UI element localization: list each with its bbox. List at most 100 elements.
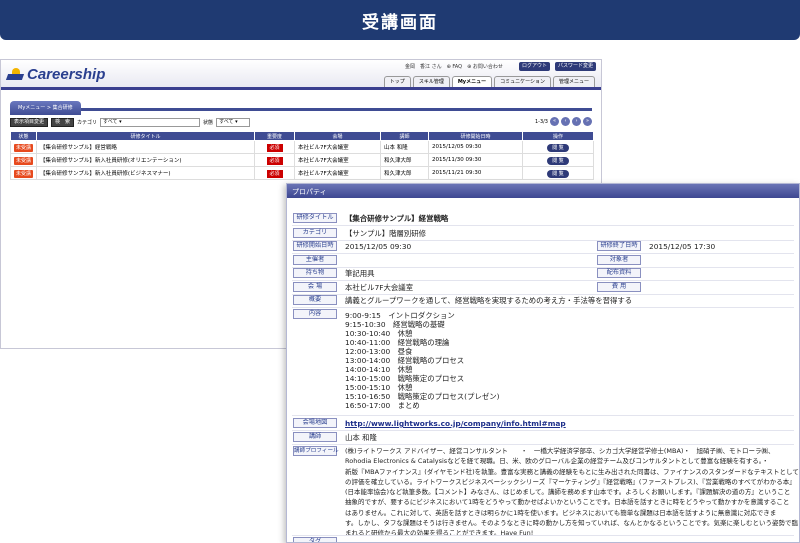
user-links: 金岡 香江 さん ⊕ FAQ ⊕ お問い合わせ xyxy=(405,63,503,71)
tab-skill[interactable]: スキル管理 xyxy=(412,76,450,87)
schedule-line: 9:00-9:15 イントロダクション xyxy=(345,311,455,320)
tab-communication[interactable]: コミュニケーション xyxy=(494,76,551,87)
materials-label: 配布資料 xyxy=(597,268,641,278)
content-label: 内容 xyxy=(293,309,337,319)
paging: 1-3/3 « ‹ › » xyxy=(535,117,592,126)
col-venue[interactable]: 会場 xyxy=(294,131,382,141)
faq-label: FAQ xyxy=(452,63,463,70)
app-header: Careership 金岡 香江 さん ⊕ FAQ ⊕ お問い合わせ ログアウト… xyxy=(1,60,601,90)
row-title: 【集合研修サンプル】新入社員研修(ビジネスマナー) xyxy=(36,166,256,180)
row-venue: 本社ビル7F大会議室 xyxy=(294,140,382,154)
user-greeting: 金岡 香江 さん xyxy=(405,64,442,70)
importance-badge: 必須 xyxy=(266,169,283,178)
logo-icon xyxy=(5,67,25,82)
table-row: 未受講 【集合研修サンプル】経営戦略 必須 本社ビル7F大会議室 山本 和隆 2… xyxy=(9,140,594,154)
end-value: 2015/12/05 17:30 xyxy=(649,242,716,251)
status-select-value: すべて xyxy=(219,118,234,125)
notice-label: お問い合わせ xyxy=(472,64,503,70)
category-label: カテゴリ xyxy=(77,119,98,126)
profile-line: (株)ライトワークス アドバイザー、経営コンサルタント ・ 一橋大学経済学部卒、… xyxy=(345,447,775,455)
schedule-line: 9:15-10:30 経営戦略の基礎 xyxy=(345,320,445,329)
status-label: 状態 xyxy=(203,119,214,126)
schedule-line: 12:00-13:00 昼食 xyxy=(345,347,413,356)
schedule-line: 14:00-14:10 休憩 xyxy=(345,365,413,374)
table-row: 未受講 【集合研修サンプル】新入社員研修(ビジネスマナー) 必須 本社ビル7F大… xyxy=(9,166,594,180)
profile-label: 講師プロフィール xyxy=(293,446,339,456)
content-schedule: 9:00-9:15 イントロダクション 9:15-10:30 経営戦略の基礎 1… xyxy=(345,311,500,410)
tab-my-menu[interactable]: Myメニュー xyxy=(451,76,493,87)
venue-map-label: 会場地図 xyxy=(293,418,337,428)
end-label: 研修終了日時 xyxy=(597,241,641,251)
app-logo[interactable]: Careership xyxy=(5,66,106,83)
profile-line: まれると研修から最大の効果を得ることができます。Have Fun! xyxy=(345,529,534,538)
row-lecturer: 和久津大郎 xyxy=(380,166,430,180)
status-badge: 未受講 xyxy=(14,143,34,152)
lecturer-label: 講師 xyxy=(293,432,337,442)
overview-label: 概要 xyxy=(293,295,337,305)
venue-value: 本社ビル7F大会議室 xyxy=(345,283,414,292)
category-select[interactable]: すべて ▾ xyxy=(100,117,201,127)
profile-line: はありません。これに対して、英語を話すときは明らかに1時を使います。ビジネスにお… xyxy=(345,508,777,517)
schedule-line: 10:30-10:40 休憩 xyxy=(345,329,413,338)
faq-link[interactable]: ⊕ FAQ xyxy=(447,64,462,70)
col-action: 操作 xyxy=(522,131,594,141)
table-header-row: 状態 研修タイトル 重要度 会場 講師 研修開始日時 操作 xyxy=(9,131,594,141)
breadcrumb: Myメニュー > 集合研修 xyxy=(10,101,81,115)
profile-text: (株)ライトワークス アドバイザー、経営コンサルタント ・ 一橋大学経済学部卒、… xyxy=(345,446,799,539)
col-title[interactable]: 研修タイトル xyxy=(36,131,256,141)
display-condition-button[interactable]: 表示項目変更 xyxy=(10,117,49,127)
row-lecturer: 和久津大郎 xyxy=(380,153,430,167)
tab-admin-menu[interactable]: 管理メニュー xyxy=(552,76,595,87)
last-page-button[interactable]: » xyxy=(583,117,592,126)
importance-badge: 必須 xyxy=(266,156,283,165)
logout-button[interactable]: ログアウト xyxy=(519,62,551,71)
cost-label: 費 用 xyxy=(597,282,641,292)
col-start[interactable]: 研修開始日時 xyxy=(428,131,524,141)
overview-value: 講義とグループワークを通して、経営戦略を実現するための考え方・手法等を習得する xyxy=(345,296,633,305)
col-status[interactable]: 状態 xyxy=(9,131,38,141)
logo-text: Careership xyxy=(27,66,106,83)
notice-link[interactable]: ⊕ お問い合わせ xyxy=(467,63,503,70)
schedule-line: 14:10-15:00 戦略策定のプロセス xyxy=(345,374,465,383)
next-page-button[interactable]: › xyxy=(572,117,581,126)
col-lecturer[interactable]: 講師 xyxy=(380,131,430,141)
title-label: 研修タイトル xyxy=(293,213,337,223)
banner-title: 受講画面 xyxy=(362,12,438,33)
list-toolbar: 表示項目変更 検 索 カテゴリ すべて ▾ 状態 すべて ▾ 1-3/3 « ‹… xyxy=(10,115,592,129)
tab-top[interactable]: トップ xyxy=(383,76,411,87)
status-select[interactable]: すべて ▾ xyxy=(216,117,251,127)
venue-map-link[interactable]: http://www.lightworks.co.jp/company/info… xyxy=(345,419,566,428)
category-select-value: すべて xyxy=(103,118,118,125)
col-importance[interactable]: 重要度 xyxy=(254,131,296,141)
profile-line: (日本能率協会)など執筆多数。【コメント】みなさん、はじめまして。講師を務めます… xyxy=(345,488,791,497)
view-button[interactable]: 閲 覧 xyxy=(547,143,569,152)
view-button[interactable]: 閲 覧 xyxy=(547,169,569,178)
first-page-button[interactable]: « xyxy=(550,117,559,126)
profile-line: す。しかし、タフな課題はそうは行きません。そのようなときに時の動かし方を知ってい… xyxy=(345,519,798,528)
profile-line: 抽象的ですが、要するにビジネスにおいて1時をどうやって動かせばよいかということで… xyxy=(345,498,790,507)
row-title: 【集合研修サンプル】経営戦略 xyxy=(36,140,256,154)
password-change-button[interactable]: パスワード変更 xyxy=(555,62,597,71)
row-start: 2015/11/30 09:30 xyxy=(428,153,524,167)
category-label: カテゴリ xyxy=(293,228,337,238)
row-venue: 本社ビル7F大会議室 xyxy=(294,166,382,180)
schedule-line: 15:00-15:10 休憩 xyxy=(345,383,413,392)
table-row: 未受講 【集合研修サンプル】新入社員研修(オリエンテーション) 必須 本社ビル7… xyxy=(9,153,594,167)
category-value: 【サンプル】階層別研修 xyxy=(345,229,427,238)
training-table: 状態 研修タイトル 重要度 会場 講師 研修開始日時 操作 未受講 【集合研修サ… xyxy=(9,131,594,180)
property-window-title: プロパティ xyxy=(287,184,799,198)
search-button[interactable]: 検 索 xyxy=(51,117,75,127)
lecturer-value: 山本 和隆 xyxy=(345,433,377,442)
view-button[interactable]: 閲 覧 xyxy=(547,156,569,165)
row-lecturer: 山本 和隆 xyxy=(380,140,430,154)
status-badge: 未受講 xyxy=(14,156,34,165)
property-window: プロパティ 研修タイトル 【集合研修サンプル】経営戦略 カテゴリ 【サンプル】階… xyxy=(286,183,800,543)
page-banner: 受講画面 xyxy=(0,0,800,40)
paging-text: 1-3/3 xyxy=(534,118,548,125)
start-label: 研修開始日時 xyxy=(293,241,337,251)
venue-label: 会 場 xyxy=(293,282,337,292)
schedule-line: 15:10-16:50 戦略策定のプロセス(プレゼン) xyxy=(345,392,500,401)
importance-badge: 必須 xyxy=(266,143,283,152)
row-title: 【集合研修サンプル】新入社員研修(オリエンテーション) xyxy=(36,153,256,167)
prev-page-button[interactable]: ‹ xyxy=(561,117,570,126)
